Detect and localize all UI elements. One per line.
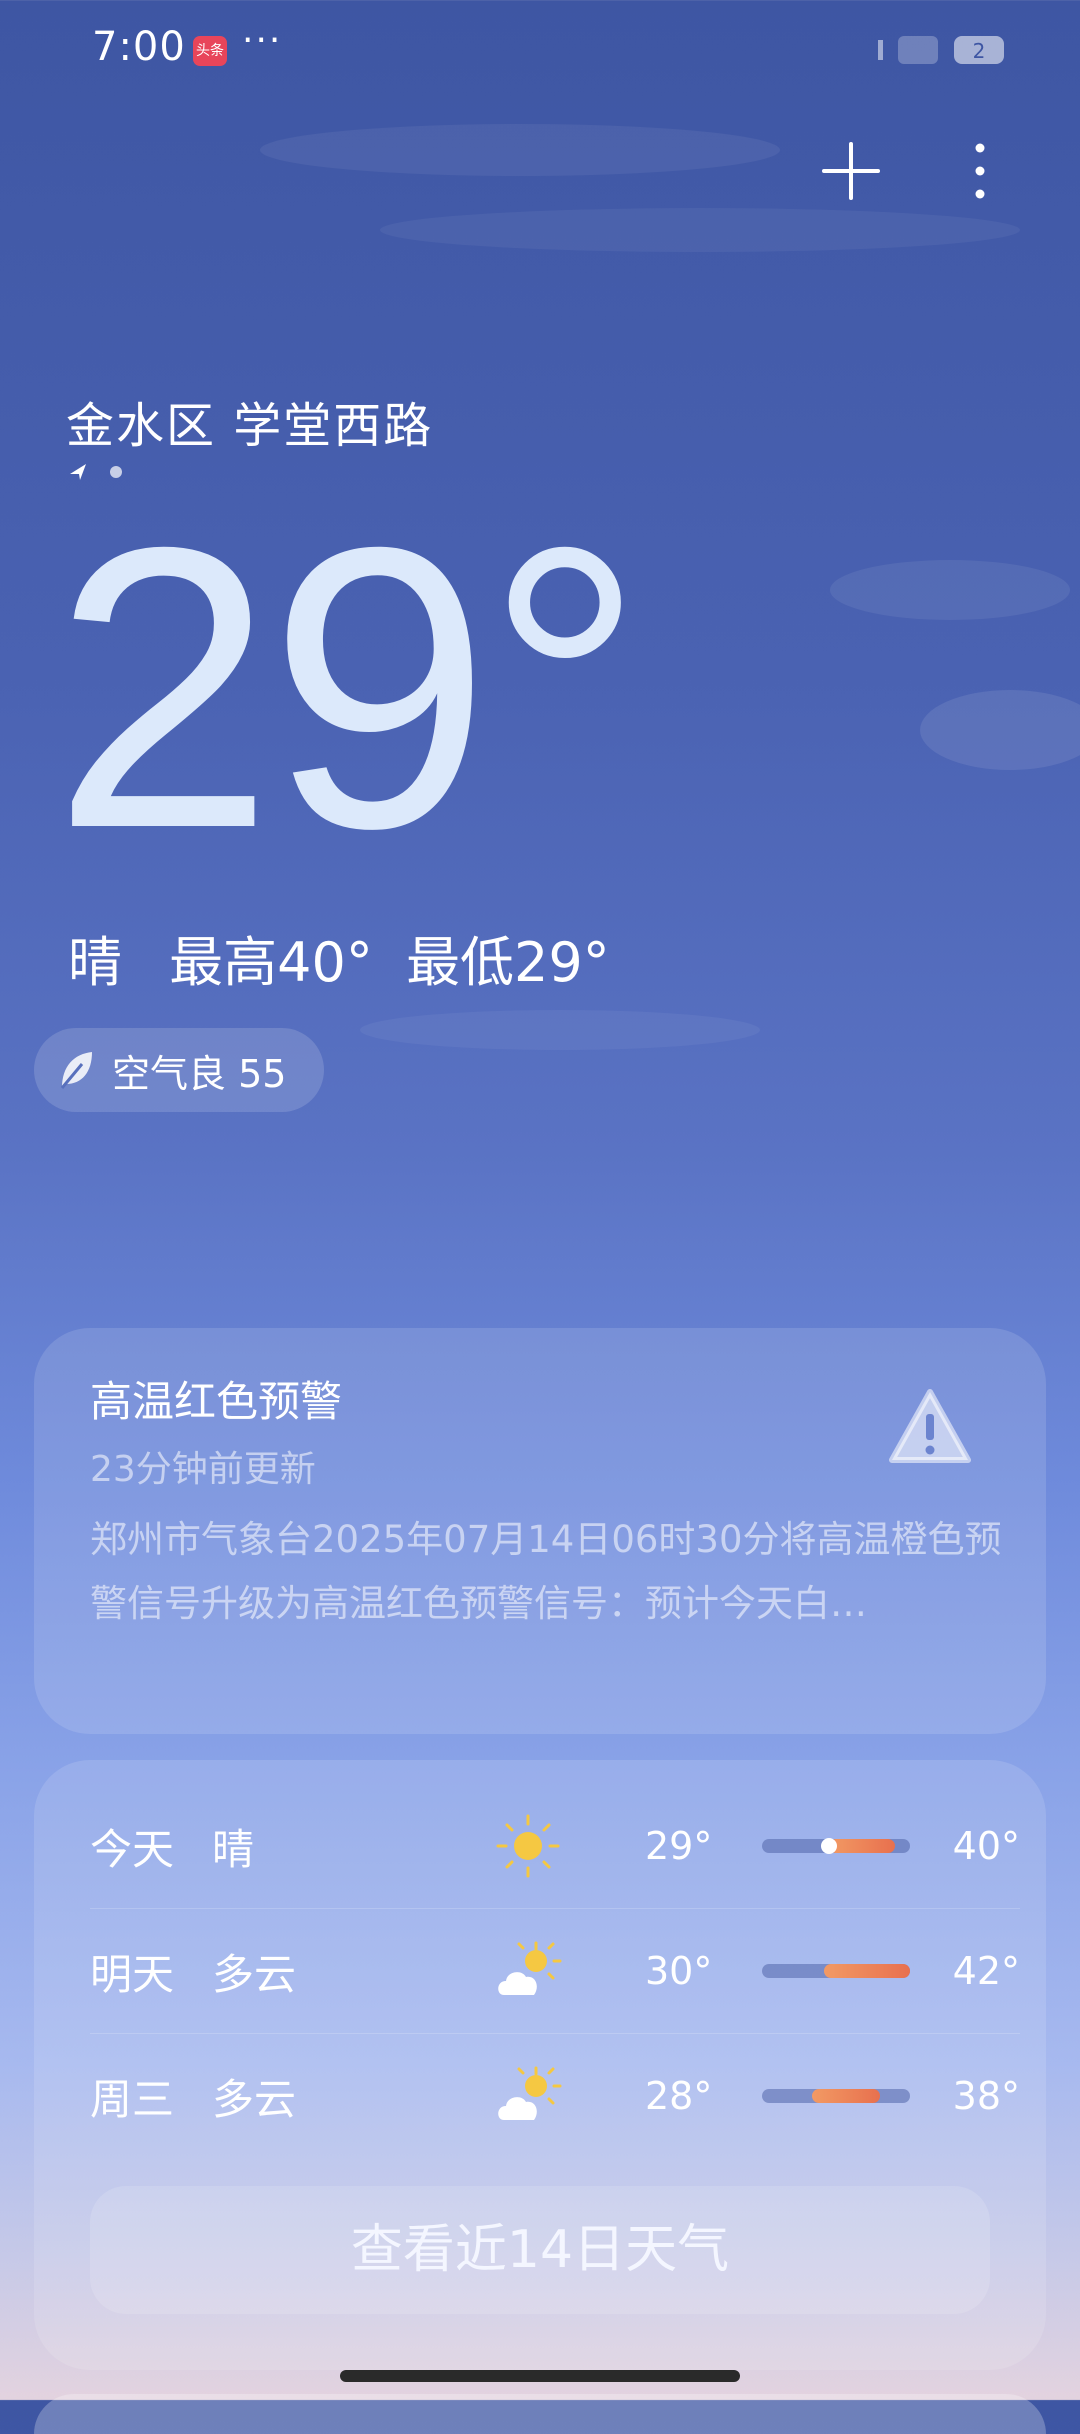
forecast-day: 明天 [90, 1949, 175, 1999]
current-condition: 晴 [68, 931, 122, 994]
forecast-low: 28° [645, 2074, 713, 2118]
forecast-day: 今天 [90, 1824, 175, 1874]
warning-icon [889, 1389, 971, 1463]
location-name[interactable]: 金水区 学堂西路 [66, 386, 433, 456]
alert-updated: 23分钟前更新 [90, 1449, 316, 1490]
temperature-range-bar [762, 2089, 910, 2103]
home-indicator[interactable] [340, 2370, 740, 2382]
view-14-day-forecast-button[interactable]: 查看近14日天气 [90, 2186, 990, 2314]
temperature-range-fill [828, 1839, 896, 1853]
status-time: 7:00 [92, 24, 186, 70]
partly-cloudy-icon [498, 2066, 562, 2120]
more-options-button[interactable] [955, 140, 1005, 202]
current-temp-marker [820, 1838, 837, 1854]
air-quality-label: 空气良 55 [112, 1051, 287, 1096]
forecast-row[interactable]: 今天 晴 29° 40° [90, 1784, 1020, 1908]
air-quality-pill[interactable]: 空气良 55 [34, 1028, 324, 1112]
add-city-button[interactable] [820, 140, 882, 202]
forecast-low: 30° [645, 1949, 713, 1993]
low-temperature: 最低29° [406, 931, 610, 994]
sun-icon [496, 1814, 560, 1878]
weather-alert-card[interactable]: 高温红色预警 23分钟前更新 郑州市气象台2025年07月14日06时30分将高… [34, 1328, 1046, 1734]
status-more-icon: ··· [242, 20, 283, 61]
toutiao-app-icon: 头条 [193, 36, 227, 66]
forecast-row[interactable]: 周三 多云 28° 38° [90, 2034, 1020, 2158]
temperature-range-fill [812, 2089, 881, 2103]
forecast-high: 40° [952, 1824, 1020, 1868]
forecast-high: 38° [952, 2074, 1020, 2118]
leaf-icon [60, 1052, 92, 1089]
svg-text:2: 2 [973, 39, 986, 63]
alert-text: 郑州市气象台2025年07月14日06时30分将高温橙色预警信号升级为高温红色预… [90, 1518, 1002, 1625]
high-temperature: 最高40° [169, 931, 373, 994]
condition-summary: 晴 最高40° 最低29° [68, 918, 640, 997]
forecast-desc: 多云 [212, 1949, 297, 1999]
forecast-desc: 晴 [212, 1824, 255, 1874]
status-indicators: 2 [878, 36, 1004, 64]
forecast-desc: 多云 [212, 2074, 297, 2124]
temperature-range-bar [762, 1964, 910, 1978]
forecast-card: 今天 晴 29° 40° 明天 多云 30° 42° 周三 多云 28° 38°… [34, 1760, 1046, 2370]
forecast-high: 42° [952, 1949, 1020, 1993]
next-card-peek [34, 2394, 1046, 2434]
temperature-range-bar [762, 1838, 910, 1854]
alert-title: 高温红色预警 [90, 1377, 343, 1426]
forecast-row[interactable]: 明天 多云 30° 42° [90, 1909, 1020, 2033]
forecast-day: 周三 [90, 2074, 175, 2124]
forecast-low: 29° [645, 1824, 713, 1868]
temperature-range-fill [824, 1964, 910, 1978]
current-temperature: 29° [52, 464, 645, 911]
status-bar: 7:00 头条 ··· 2 [0, 0, 1080, 100]
partly-cloudy-icon [498, 1941, 562, 1995]
